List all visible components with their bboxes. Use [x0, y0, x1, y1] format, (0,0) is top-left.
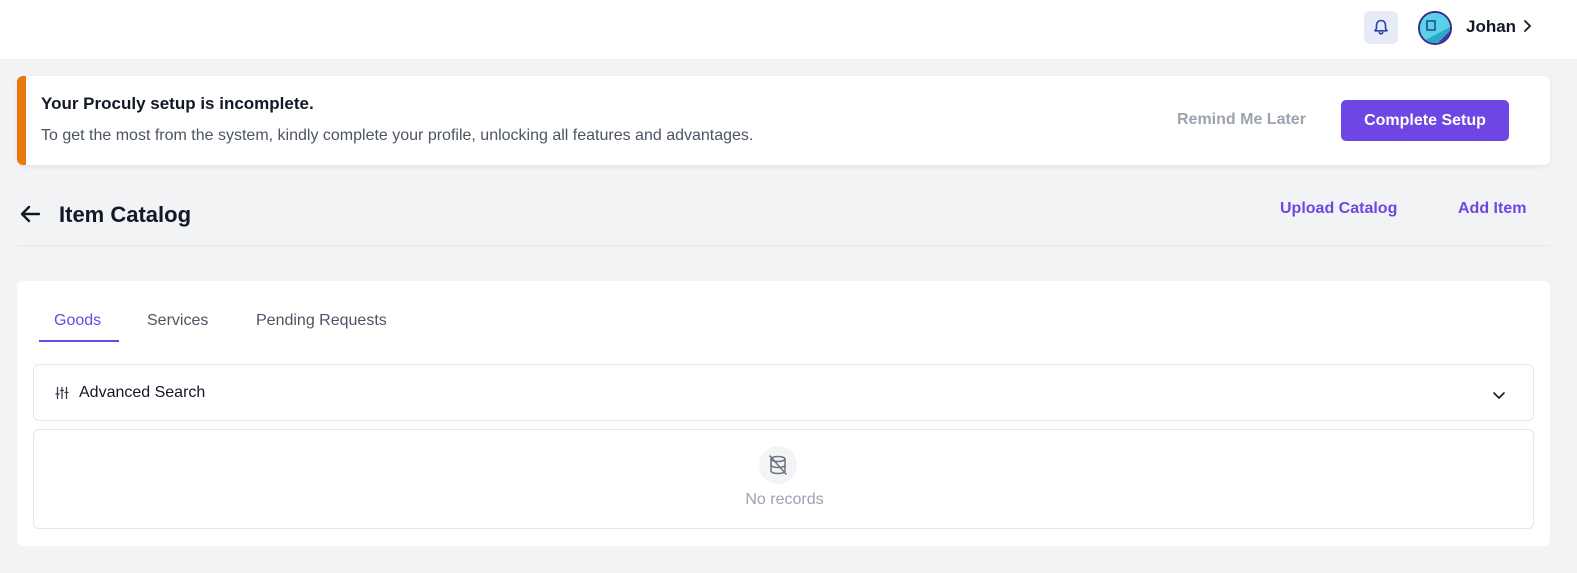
avatar[interactable]: [1418, 11, 1452, 45]
header-divider: [17, 245, 1550, 246]
advanced-search-toggle[interactable]: Advanced Search: [33, 364, 1534, 421]
notifications-button[interactable]: [1364, 11, 1398, 44]
active-tab-indicator: [39, 340, 119, 342]
bell-icon: [1374, 19, 1388, 35]
add-item-button[interactable]: Add Item: [1458, 200, 1526, 218]
upload-catalog-button[interactable]: Upload Catalog: [1280, 200, 1397, 218]
back-arrow-icon[interactable]: [19, 204, 41, 229]
tab-goods[interactable]: Goods: [54, 312, 101, 330]
user-name[interactable]: Johan: [1466, 17, 1516, 37]
no-records-text: No records: [745, 491, 824, 508]
setup-incomplete-banner: Your Proculy setup is incomplete. To get…: [17, 76, 1550, 165]
chevron-right-icon[interactable]: [1522, 19, 1532, 38]
tab-services[interactable]: Services: [147, 312, 208, 330]
top-bar: Johan: [0, 0, 1577, 59]
complete-setup-button[interactable]: Complete Setup: [1341, 100, 1509, 141]
banner-title: Your Proculy setup is incomplete.: [41, 94, 314, 113]
catalog-card: Goods Services Pending Requests Advanced…: [17, 281, 1550, 546]
page-title: Item Catalog: [59, 202, 192, 227]
banner-message: To get the most from the system, kindly …: [41, 127, 754, 144]
filter-sliders-icon: [55, 386, 69, 405]
records-empty-state: No records: [33, 429, 1534, 529]
remind-me-later-button[interactable]: Remind Me Later: [1177, 111, 1306, 129]
no-database-icon: [759, 446, 797, 484]
chevron-down-icon: [1492, 387, 1506, 405]
tab-pending-requests[interactable]: Pending Requests: [256, 312, 387, 330]
banner-accent-bar: [17, 76, 26, 165]
advanced-search-label: Advanced Search: [79, 384, 206, 401]
